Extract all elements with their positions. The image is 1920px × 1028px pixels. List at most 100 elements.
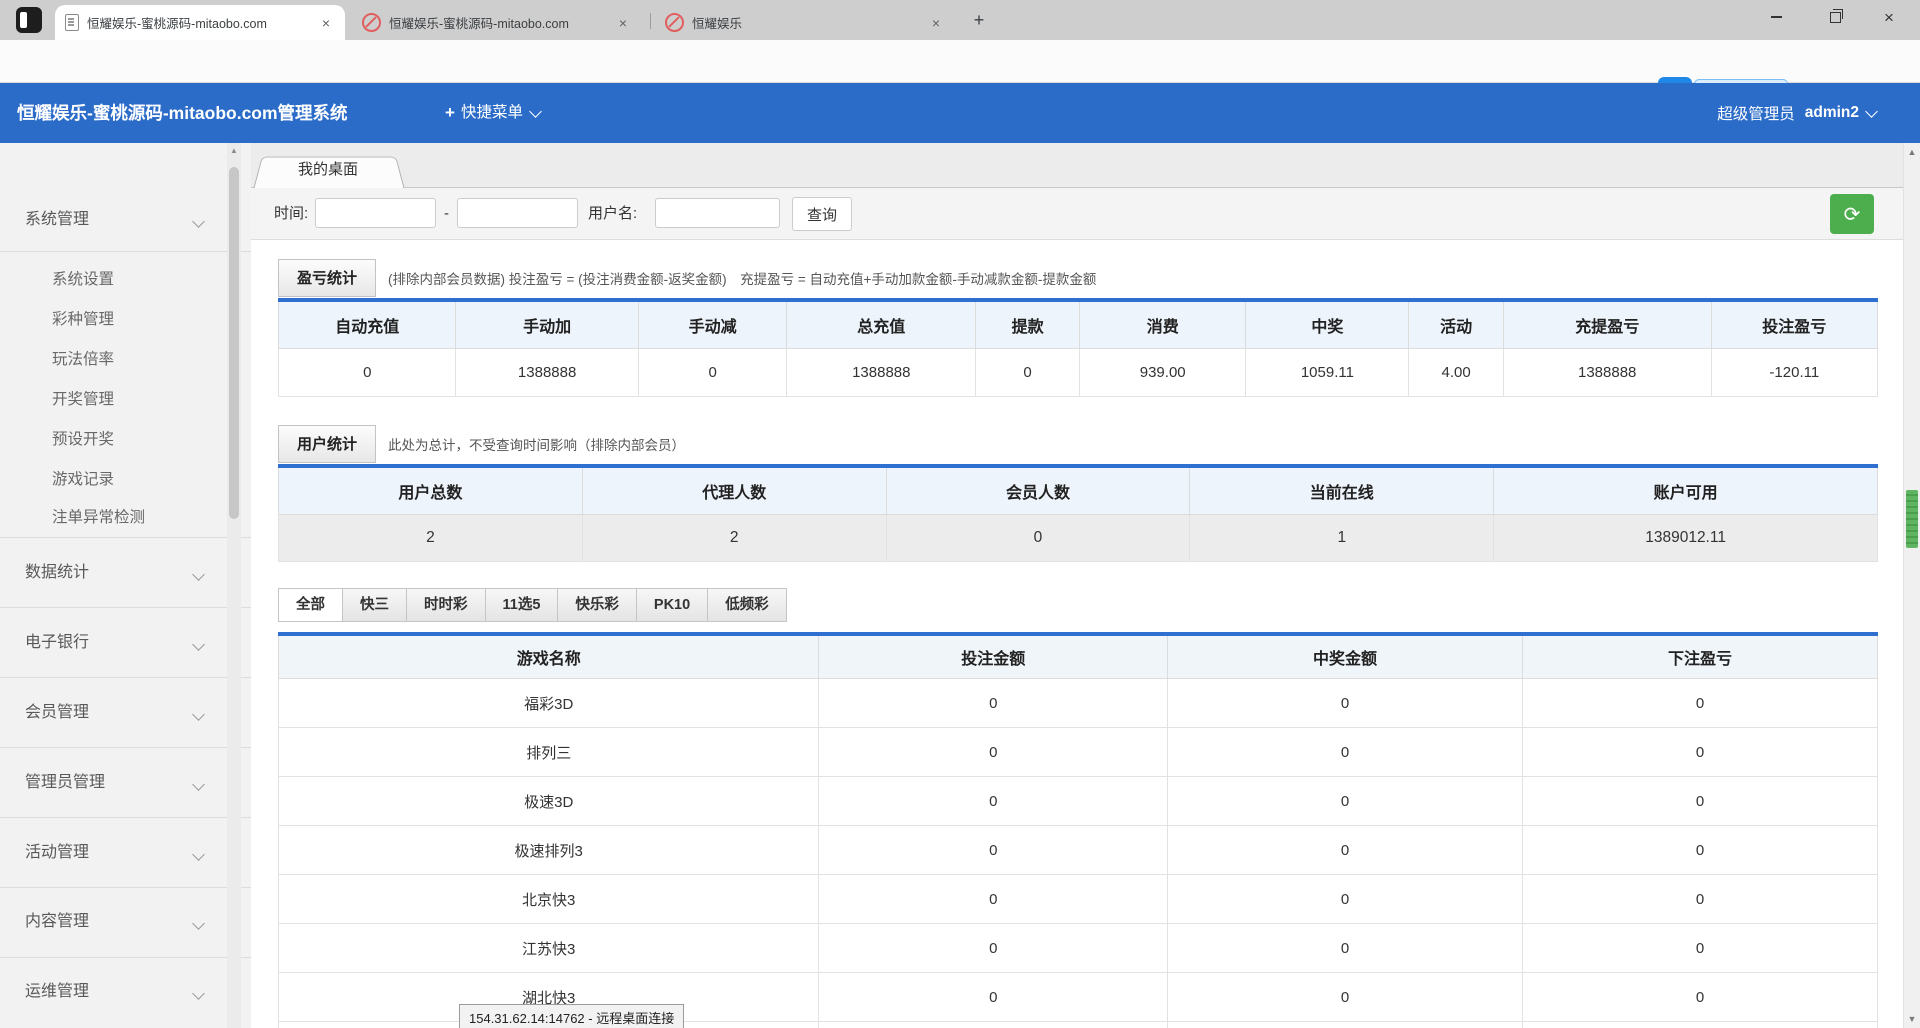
chevron-down-icon [192,708,205,721]
table-row: 江苏快3 0 0 0 [279,924,1878,973]
app-title: 恒耀娱乐-蜜桃源码-mitaobo.com管理系统 [17,83,348,143]
sidebar-item-preset-draw[interactable]: 预设开奖 [52,420,222,460]
cell: 0 [1523,973,1878,1022]
main-content: 盈亏统计 (排除内部会员数据) 投注盈亏 = (投注消费金额-返奖金额) 充提盈… [251,240,1903,1028]
tab-divider [650,13,651,29]
workspaces-icon[interactable] [16,7,42,33]
query-button[interactable]: 查询 [792,197,852,231]
browser-tab-2[interactable]: 恒耀娱乐-蜜桃源码-mitaobo.com × [352,5,642,40]
chevron-down-icon [192,917,205,930]
sidebar-item-play-odds[interactable]: 玩法倍率 [52,340,222,380]
sidebar-scrollbar-thumb[interactable] [229,167,239,519]
cell: 0 [1523,679,1878,728]
sidebar-group-system[interactable]: 系统管理 [0,196,251,244]
up-arrow-icon[interactable]: ▲ [227,146,241,155]
table-row: 极速排列3 0 0 0 [279,826,1878,875]
col-header: 投注盈亏 [1711,300,1877,349]
game-tab-kuaisan[interactable]: 快三 [343,588,407,622]
cell: 0 [1168,875,1523,924]
cell: 0 [1523,777,1878,826]
refresh-button[interactable]: ⟳ [1830,194,1874,234]
chevron-down-icon [192,638,205,651]
user-note: 此处为总计，不受查询时间影响（排除内部会员） [388,434,685,454]
sidebar-group-content[interactable]: 内容管理 [0,898,251,946]
chevron-down-icon [192,987,205,1000]
restore-button[interactable] [1812,0,1858,34]
divider [0,817,251,818]
chevron-down-icon [192,778,205,791]
game-tab-pk10[interactable]: PK10 [637,588,708,622]
game-name: 北京快3 [279,875,819,924]
game-name: 江苏快3 [279,924,819,973]
chevron-down-icon [192,215,205,228]
tab-close-icon[interactable]: × [614,15,632,31]
cell: 0 [638,349,787,397]
sidebar-group-ebank[interactable]: 电子银行 [0,619,251,667]
user-badge: 用户统计 [278,425,376,463]
up-arrow-icon[interactable]: ▲ [1904,147,1920,157]
cell: 1059.11 [1246,349,1409,397]
time-end-input[interactable] [457,198,578,228]
minimize-button[interactable] [1753,0,1799,34]
sidebar-item-draw-mgmt[interactable]: 开奖管理 [52,380,222,420]
page-scrollbar-thumb[interactable] [1906,490,1918,548]
sidebar-group-ops[interactable]: 运维管理 [0,968,251,1016]
close-button[interactable]: × [1866,0,1912,34]
col-header: 提款 [976,300,1080,349]
sidebar-item-system-settings[interactable]: 系统设置 [52,260,222,300]
divider [0,537,251,538]
col-header: 中奖金额 [1168,634,1523,679]
tab-close-icon[interactable]: × [927,15,945,31]
cell: 0 [1168,728,1523,777]
sidebar-item-bet-anomaly[interactable]: 注单异常检测 [52,498,222,538]
admin-header: 恒耀娱乐-蜜桃源码-mitaobo.com管理系统 + 快捷菜单 超级管理员 a… [0,83,1920,143]
cell: 0 [1523,875,1878,924]
col-header: 活动 [1409,300,1503,349]
sidebar-item-lottery-mgmt[interactable]: 彩种管理 [52,300,222,340]
col-header: 中奖 [1246,300,1409,349]
cell: 0 [819,679,1168,728]
game-name: 极速排列3 [279,826,819,875]
col-header: 投注金额 [819,634,1168,679]
tab-close-icon[interactable]: × [317,15,335,31]
cell: 2 [582,515,886,562]
game-tab-all[interactable]: 全部 [278,588,343,622]
browser-tab-3[interactable]: 恒耀娱乐 × [655,5,955,40]
tab-title: 恒耀娱乐 [692,13,919,32]
user-section-header: 用户统计 此处为总计，不受查询时间影响（排除内部会员） [278,424,1903,464]
divider [0,677,251,678]
document-favicon-icon [65,14,79,31]
cell: 0 [819,924,1168,973]
cell: 0 [976,349,1080,397]
game-tab-kuailecai[interactable]: 快乐彩 [558,588,637,622]
new-tab-button[interactable]: + [966,8,992,34]
divider [0,251,251,252]
user-menu[interactable]: 超级管理员 admin2 [1717,83,1876,143]
username-input[interactable] [655,198,780,228]
sidebar-group-activities[interactable]: 活动管理 [0,829,251,877]
browser-tab-1[interactable]: 恒耀娱乐-蜜桃源码-mitaobo.com × [55,5,345,40]
game-tab-dipincai[interactable]: 低频彩 [708,588,787,622]
col-header: 会员人数 [886,466,1190,515]
game-tab-11x5[interactable]: 11选5 [486,588,559,622]
down-arrow-icon[interactable]: ▼ [1904,1014,1920,1024]
quick-menu-button[interactable]: + 快捷菜单 [445,83,540,143]
page-scrollbar[interactable]: ▲ ▼ [1903,143,1920,1028]
col-header: 消费 [1080,300,1246,349]
tab-my-desktop-label[interactable]: 我的桌面 [268,158,388,179]
time-start-input[interactable] [315,198,436,228]
col-header: 代理人数 [582,466,886,515]
sidebar-group-admins[interactable]: 管理员管理 [0,759,251,807]
sidebar-item-game-records[interactable]: 游戏记录 [52,460,222,500]
cell: 0 [1523,924,1878,973]
table-row: 福彩3D 0 0 0 [279,679,1878,728]
minimize-icon [1771,16,1782,18]
cell: 2 [279,515,583,562]
sidebar-group-members[interactable]: 会员管理 [0,689,251,737]
game-tab-shishicai[interactable]: 时时彩 [407,588,486,622]
sidebar-group-data-stats[interactable]: 数据统计 [0,549,251,597]
profit-section-header: 盈亏统计 (排除内部会员数据) 投注盈亏 = (投注消费金额-返奖金额) 充提盈… [278,258,1903,298]
tab-title: 恒耀娱乐-蜜桃源码-mitaobo.com [389,13,606,32]
cell: 1388888 [456,349,638,397]
sidebar-scrollbar[interactable]: ▲ [227,143,241,1028]
